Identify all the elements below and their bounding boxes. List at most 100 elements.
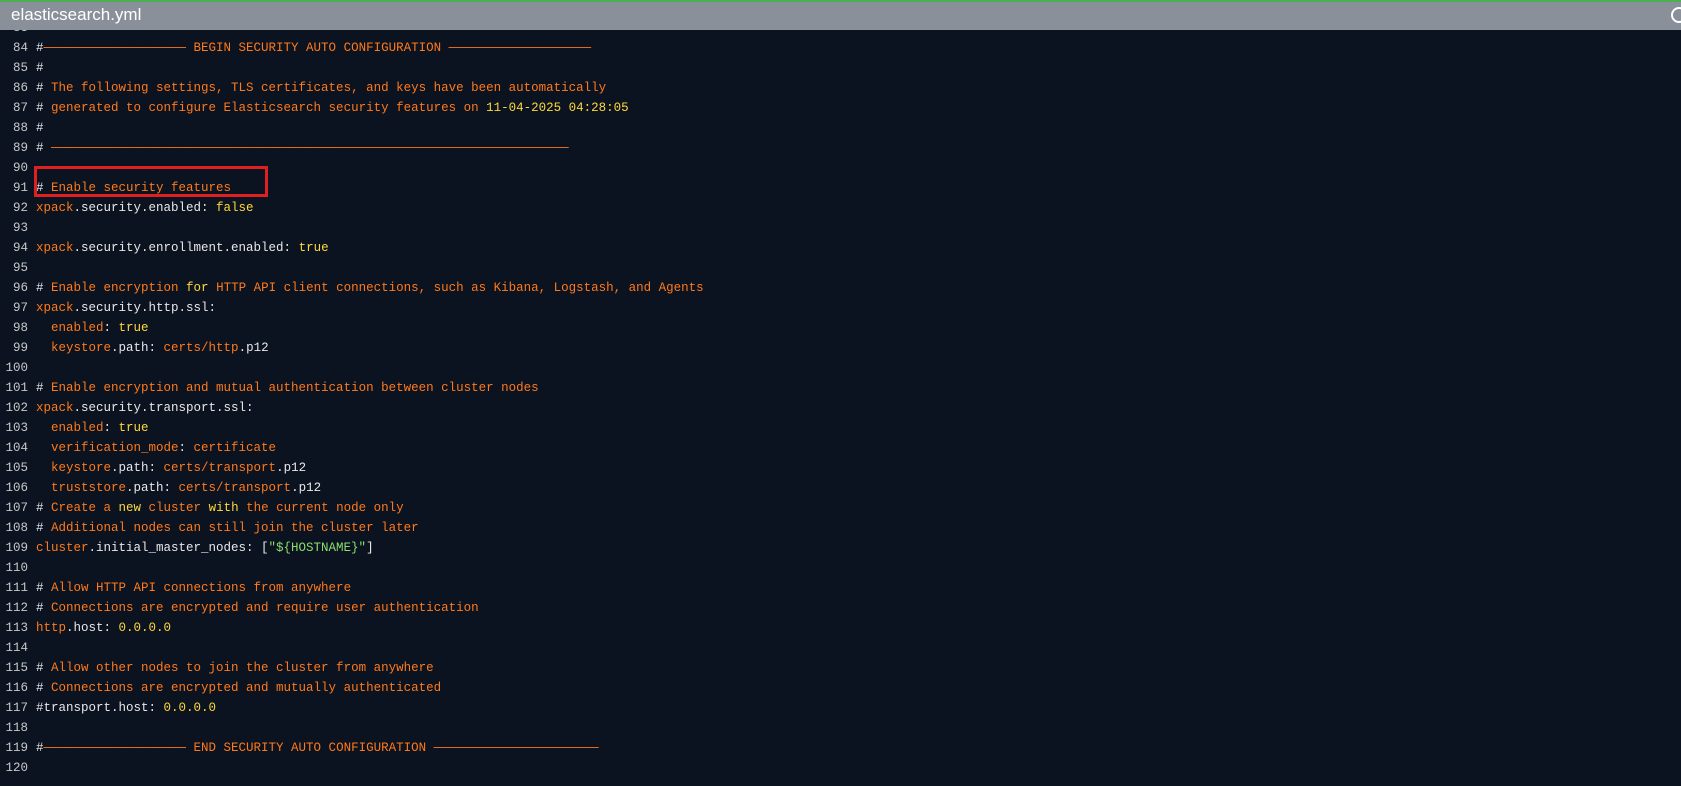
code-token: # bbox=[36, 381, 52, 395]
line-number: 104 bbox=[5, 441, 28, 455]
code-token: # bbox=[36, 601, 52, 615]
code-token: The following settings, TLS certificates… bbox=[51, 81, 607, 95]
line-number: 120 bbox=[5, 761, 28, 775]
code-token: .security.enrollment.enabled: bbox=[73, 241, 299, 255]
code-content: # Allow other nodes to join the cluster … bbox=[36, 658, 434, 678]
code-content: # ——————————————————————————————————————… bbox=[36, 138, 569, 158]
code-content: # Connections are encrypted and mutually… bbox=[36, 678, 441, 698]
code-token: Create a bbox=[51, 501, 119, 515]
code-token: Enable encryption and mutual authenticat… bbox=[51, 381, 539, 395]
line-number: 100 bbox=[5, 361, 28, 375]
code-token: the current node only bbox=[238, 501, 404, 515]
code-token: ————————————————————————————————————————… bbox=[51, 141, 569, 155]
code-content: # bbox=[36, 118, 44, 138]
code-token: .path: bbox=[111, 461, 164, 475]
code-token: enabled bbox=[36, 321, 104, 335]
code-token: Connections are encrypted and require us… bbox=[51, 601, 479, 615]
line-number: 86 bbox=[12, 81, 28, 95]
code-token: Allow other nodes to join the cluster fr… bbox=[51, 661, 434, 675]
code-token: ——————————————————— BEGIN SECURITY AUTO … bbox=[43, 41, 592, 55]
code-token: # bbox=[36, 121, 44, 135]
code-token: # bbox=[36, 61, 44, 75]
line-number: 98 bbox=[12, 321, 28, 335]
code-token: generated to configure Elasticsearch sec… bbox=[51, 101, 487, 115]
code-token: 0.0.0.0 bbox=[163, 701, 217, 715]
code-content: # Enable encryption for HTTP API client … bbox=[36, 278, 704, 298]
code-token: xpack bbox=[36, 241, 74, 255]
line-number: 110 bbox=[5, 561, 28, 575]
code-token: .path: bbox=[126, 481, 179, 495]
line-number: 97 bbox=[12, 301, 28, 315]
line-number: 112 bbox=[5, 601, 28, 615]
code-content: xpack.security.transport.ssl: bbox=[36, 398, 254, 418]
line-number: 102 bbox=[5, 401, 28, 415]
code-content: xpack.security.enrollment.enabled: true bbox=[36, 238, 329, 258]
code-content: # Connections are encrypted and require … bbox=[36, 598, 479, 618]
code-token: .initial_master_nodes: [ bbox=[88, 541, 269, 555]
code-token: keystore bbox=[36, 461, 112, 475]
line-number: 108 bbox=[5, 521, 28, 535]
line-number: 103 bbox=[5, 421, 28, 435]
code-token: # bbox=[36, 521, 52, 535]
code-editor[interactable]: 8384#——————————————————— BEGIN SECURITY … bbox=[0, 30, 1681, 786]
code-content: #——————————————————— END SECURITY AUTO C… bbox=[36, 738, 599, 758]
code-content: # Allow HTTP API connections from anywhe… bbox=[36, 578, 351, 598]
line-number: 94 bbox=[12, 241, 28, 255]
code-token: certificate bbox=[193, 441, 277, 455]
code-token: true bbox=[118, 321, 149, 335]
line-number: 87 bbox=[12, 101, 28, 115]
code-content: enabled: true bbox=[36, 318, 149, 338]
line-number: 92 bbox=[12, 201, 28, 215]
code-token: Enable encryption bbox=[51, 281, 187, 295]
line-number: 89 bbox=[12, 141, 28, 155]
line-number: 90 bbox=[12, 161, 28, 175]
code-token: verification_mode bbox=[36, 441, 179, 455]
code-token: # bbox=[36, 501, 52, 515]
code-content: # bbox=[36, 58, 44, 78]
code-token: certs/transport bbox=[163, 461, 277, 475]
code-token: # bbox=[36, 741, 44, 755]
code-token: 11-04-2025 04:28:05 bbox=[486, 101, 629, 115]
line-number: 118 bbox=[5, 721, 28, 735]
code-content: # Additional nodes can still join the cl… bbox=[36, 518, 419, 538]
code-token: ——————————————————— END SECURITY AUTO CO… bbox=[43, 741, 599, 755]
title-bar: elasticsearch.yml bbox=[0, 0, 1681, 30]
code-token: .host: bbox=[66, 621, 119, 635]
code-content: truststore.path: certs/transport.p12 bbox=[36, 478, 321, 498]
close-icon[interactable] bbox=[1671, 7, 1681, 23]
line-number: 99 bbox=[12, 341, 28, 355]
code-token: xpack bbox=[36, 401, 74, 415]
code-token: # bbox=[36, 41, 44, 55]
code-token: .p12 bbox=[291, 481, 322, 495]
code-token: #transport.host: bbox=[36, 701, 164, 715]
code-token: http bbox=[208, 341, 239, 355]
file-tab-title[interactable]: elasticsearch.yml bbox=[11, 5, 141, 25]
code-token: Connections are encrypted and mutually a… bbox=[51, 681, 442, 695]
code-token: .path: bbox=[111, 341, 164, 355]
code-token: new bbox=[118, 501, 142, 515]
code-content: # Create a new cluster with the current … bbox=[36, 498, 404, 518]
line-number: 101 bbox=[5, 381, 28, 395]
line-number: 119 bbox=[5, 741, 28, 755]
code-content: # generated to configure Elasticsearch s… bbox=[36, 98, 629, 118]
code-content: # The following settings, TLS certificat… bbox=[36, 78, 606, 98]
code-token: # bbox=[36, 281, 52, 295]
code-content: #transport.host: 0.0.0.0 bbox=[36, 698, 216, 718]
line-number: 93 bbox=[12, 221, 28, 235]
code-token: with bbox=[208, 501, 239, 515]
code-token: keystore bbox=[36, 341, 112, 355]
code-content: enabled: true bbox=[36, 418, 149, 438]
code-content: xpack.security.enabled: false bbox=[36, 198, 254, 218]
code-token: certs/ bbox=[163, 341, 209, 355]
code-token: .security.http.ssl: bbox=[73, 301, 217, 315]
code-token: # bbox=[36, 581, 52, 595]
code-token: .p12 bbox=[238, 341, 269, 355]
code-token: HTTP API client connections, such as Kib… bbox=[208, 281, 704, 295]
code-token: : bbox=[103, 421, 119, 435]
code-content: # Enable encryption and mutual authentic… bbox=[36, 378, 539, 398]
code-token: # bbox=[36, 681, 52, 695]
code-token: truststore bbox=[36, 481, 127, 495]
code-token: for bbox=[186, 281, 209, 295]
line-number: 95 bbox=[12, 261, 28, 275]
code-content: #——————————————————— BEGIN SECURITY AUTO… bbox=[36, 38, 591, 58]
